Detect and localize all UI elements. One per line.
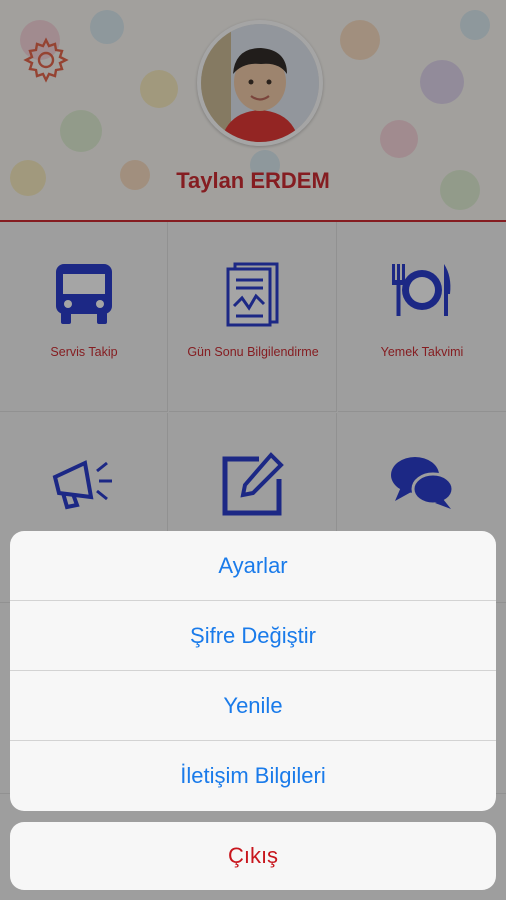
action-sheet: Ayarlar Şifre Değiştir Yenile İletişim B… [10,531,496,811]
settings-option[interactable]: Ayarlar [10,531,496,601]
contact-info-option[interactable]: İletişim Bilgileri [10,741,496,811]
refresh-option[interactable]: Yenile [10,671,496,741]
logout-button[interactable]: Çıkış [10,822,496,890]
change-password-option[interactable]: Şifre Değiştir [10,601,496,671]
